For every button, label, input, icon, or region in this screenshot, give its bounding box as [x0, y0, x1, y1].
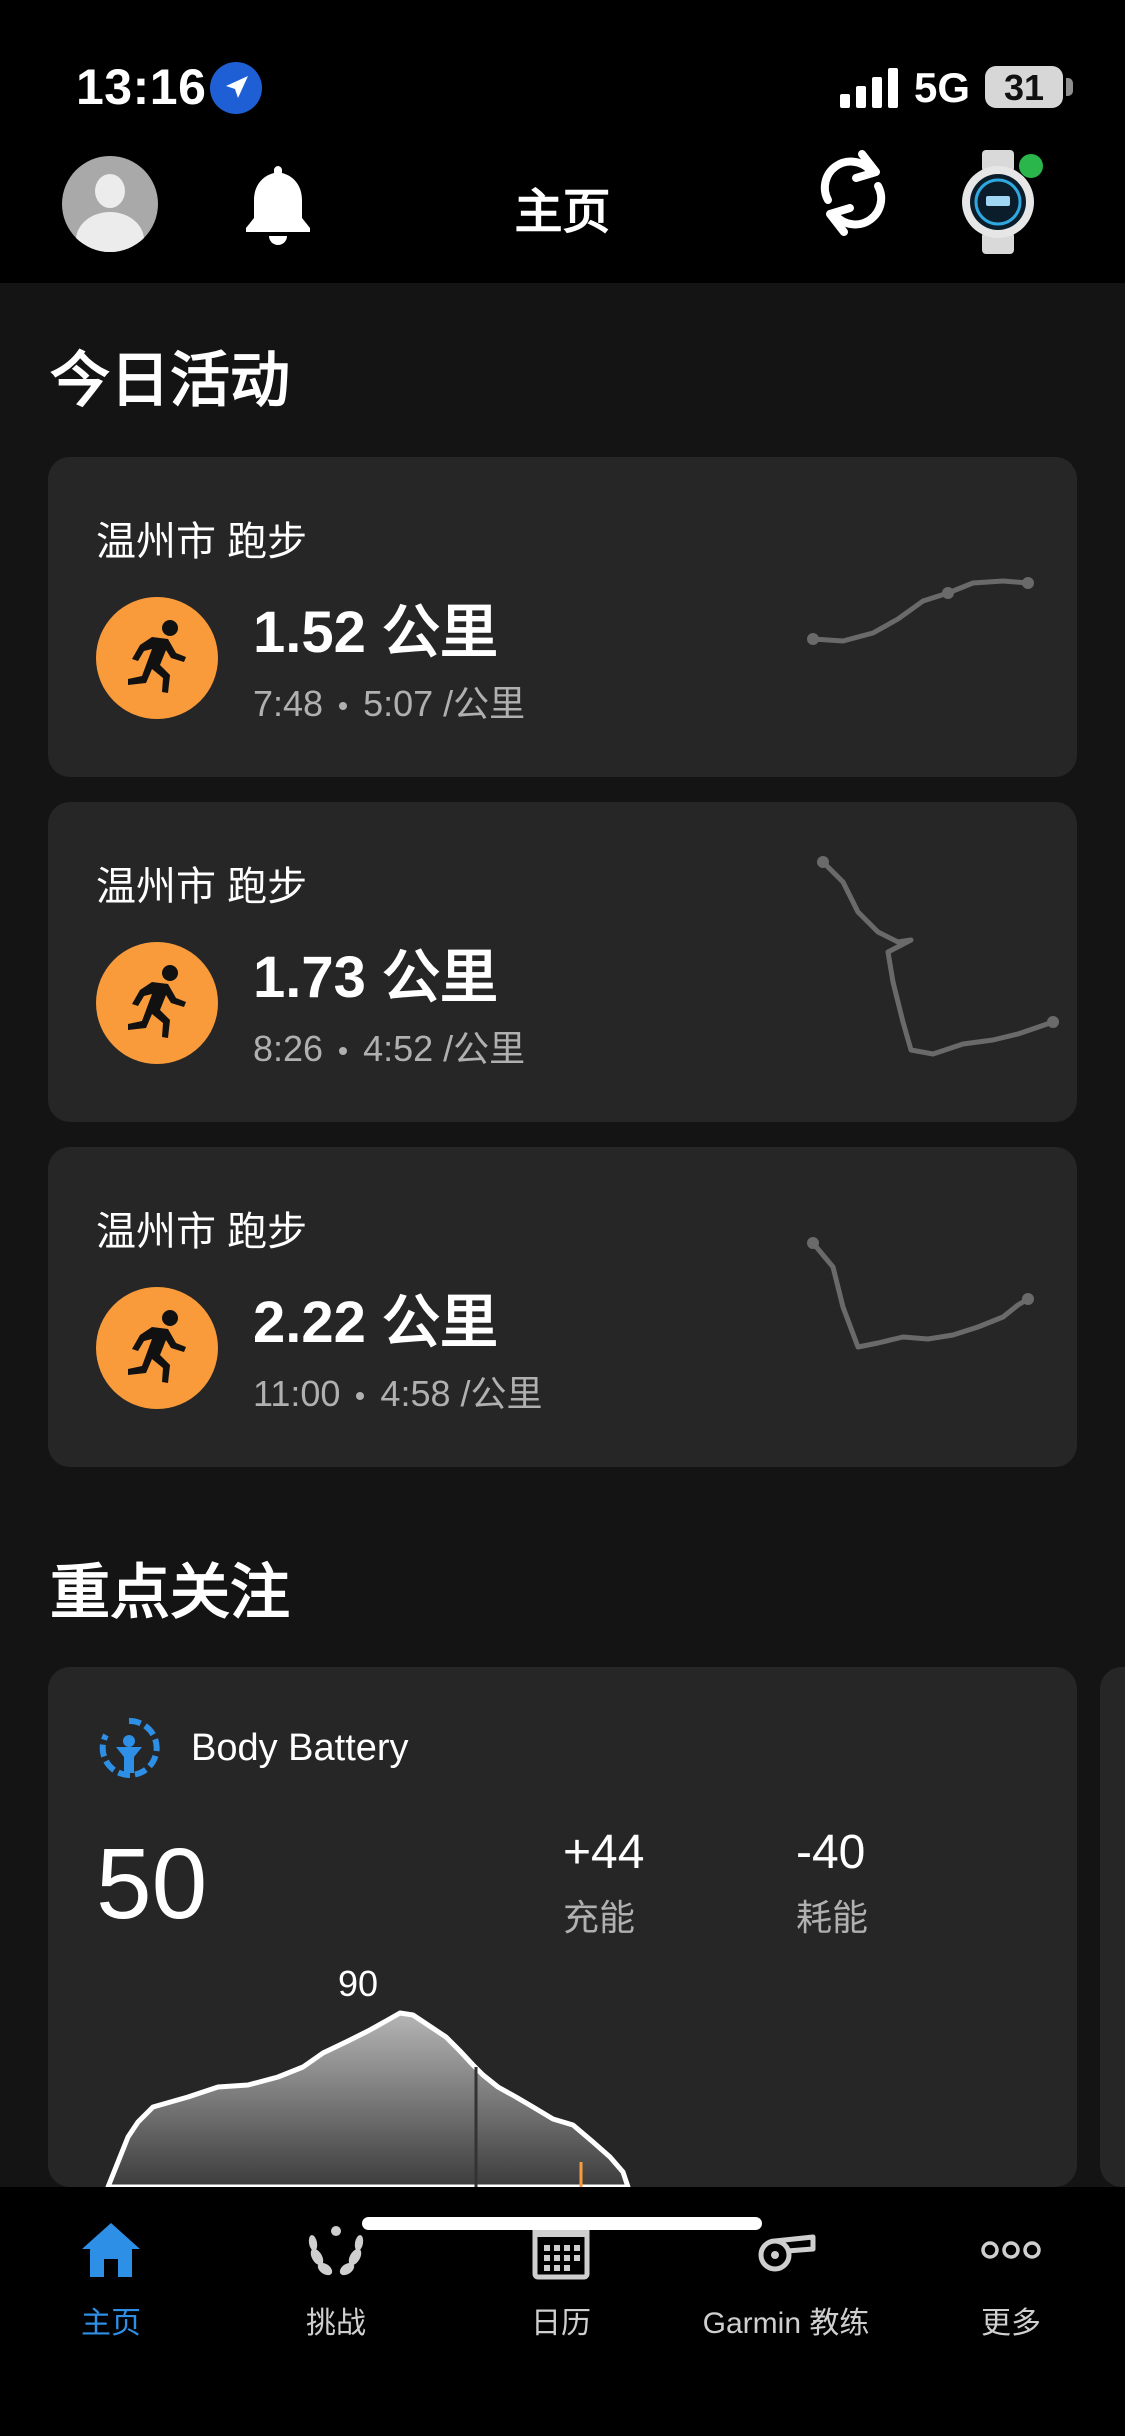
running-icon — [96, 942, 218, 1064]
running-icon — [96, 1287, 218, 1409]
tab-calendar[interactable]: 日历 — [461, 2217, 661, 2342]
activity-card[interactable]: 温州市 跑步 1.52 公里 7:48 5:07 /公里 — [48, 457, 1077, 777]
charged-value: +44 — [563, 1826, 645, 1879]
whistle-icon — [758, 2234, 816, 2272]
section-title-today: 今日活动 — [50, 347, 290, 414]
activity-location: 温州市 跑步 — [96, 520, 308, 564]
home-icon — [82, 2223, 140, 2277]
signal-icon — [840, 68, 898, 108]
activity-meta: 7:48 5:07 /公里 — [253, 675, 525, 727]
body-battery-value: 50 — [96, 1828, 208, 1940]
separator-dot — [339, 1047, 348, 1056]
more-icon — [981, 2241, 1041, 2259]
activity-duration: 8:26 — [253, 1028, 324, 1069]
tab-challenges[interactable]: 挑战 — [236, 2217, 436, 2342]
activity-distance: 1.52 公里 — [253, 600, 498, 665]
tab-garmin-coach[interactable]: Garmin 教练 — [686, 2217, 886, 2342]
next-card-peek[interactable] — [1100, 1667, 1125, 2187]
network-label: 5G — [914, 64, 971, 111]
activity-location: 温州市 跑步 — [96, 865, 308, 909]
activity-pace: 5:07 /公里 — [363, 683, 526, 724]
activity-card[interactable]: 温州市 跑步 2.22 公里 11:00 4:58 /公里 — [48, 1147, 1077, 1467]
body-battery-card[interactable]: Body Battery 50 +44 充能 -40 耗能 90 — [48, 1667, 1077, 2187]
running-icon — [96, 597, 218, 719]
activity-distance: 2.22 公里 — [253, 1290, 498, 1355]
separator-dot — [356, 1392, 365, 1401]
activity-card[interactable]: 温州市 跑步 1.73 公里 8:26 4:52 /公里 — [48, 802, 1077, 1122]
activity-duration: 11:00 — [253, 1373, 341, 1414]
drained-value: -40 — [796, 1826, 866, 1879]
route-map — [817, 856, 1059, 1057]
page-title: 主页 — [514, 186, 611, 239]
section-title-highlights: 重点关注 — [50, 1559, 290, 1626]
tab-label: 主页 — [81, 2307, 141, 2340]
tab-label: 挑战 — [306, 2307, 366, 2340]
home-indicator[interactable] — [362, 2217, 762, 2230]
laurel-icon — [308, 2226, 364, 2276]
tab-home[interactable]: 主页 — [11, 2217, 211, 2342]
activity-meta: 8:26 4:52 /公里 — [253, 1020, 525, 1072]
drained-label: 耗能 — [796, 1897, 869, 1938]
body-battery-icon — [99, 1717, 160, 1778]
sync-icon[interactable] — [814, 148, 892, 238]
activity-location: 温州市 跑步 — [96, 1210, 308, 1254]
status-time: 13:16 — [76, 59, 207, 115]
separator-dot — [339, 702, 348, 711]
activity-duration: 7:48 — [253, 683, 324, 724]
connected-indicator — [1019, 154, 1043, 178]
body-battery-title: Body Battery — [191, 1727, 409, 1769]
top-bar: 13:16 5G 31 主页 — [0, 0, 1125, 283]
route-map — [807, 1237, 1034, 1350]
activity-pace: 4:52 /公里 — [363, 1028, 526, 1069]
battery-tip — [1066, 78, 1073, 96]
tab-label: 日历 — [531, 2307, 591, 2340]
tab-label: Garmin 教练 — [702, 2307, 870, 2340]
activity-pace: 4:58 /公里 — [380, 1373, 543, 1414]
activity-meta: 11:00 4:58 /公里 — [253, 1365, 543, 1417]
activity-distance: 1.73 公里 — [253, 945, 498, 1010]
tab-more[interactable]: 更多 — [911, 2217, 1111, 2342]
charged-label: 充能 — [563, 1897, 636, 1938]
route-map — [807, 577, 1034, 645]
location-arrow-icon — [210, 62, 262, 114]
tab-label: 更多 — [981, 2307, 1041, 2340]
body-battery-chart — [105, 2010, 631, 2187]
battery-level: 31 — [1003, 67, 1045, 108]
